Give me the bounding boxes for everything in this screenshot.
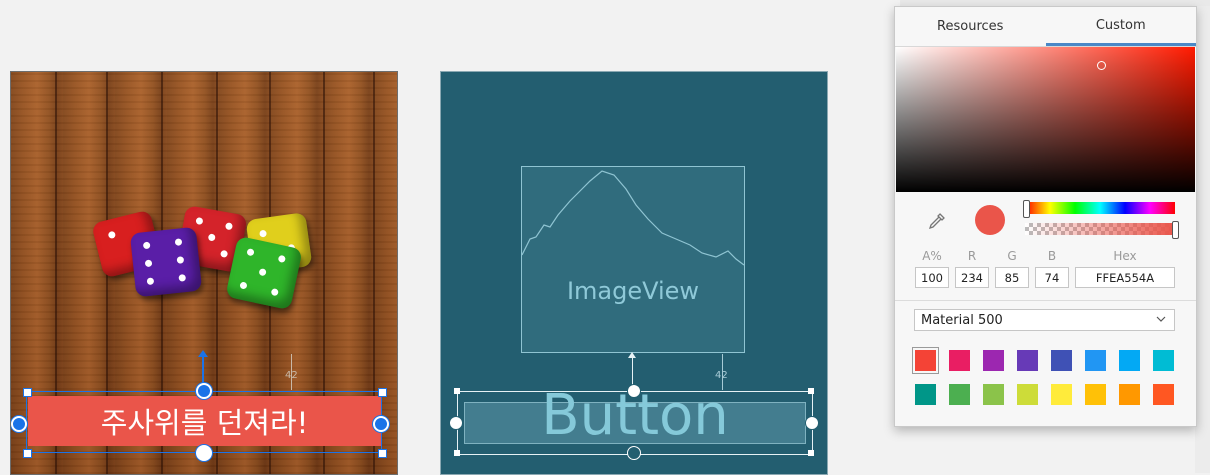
resize-handle[interactable] <box>378 388 387 397</box>
constraint-handle-right[interactable] <box>805 416 819 430</box>
imageview-placeholder[interactable]: ImageView <box>521 166 745 353</box>
color-swatch[interactable] <box>915 384 936 405</box>
tab-custom[interactable]: Custom <box>1045 7 1196 46</box>
blueprint-preview[interactable]: ImageView 42 Button <box>440 71 828 475</box>
resize-handle[interactable] <box>808 388 814 394</box>
color-cursor[interactable] <box>1097 61 1106 70</box>
constraint-handle-left[interactable] <box>449 416 463 430</box>
color-swatch[interactable] <box>1153 384 1174 405</box>
margin-label: 42 <box>285 370 298 381</box>
color-swatch[interactable] <box>1017 350 1038 371</box>
color-swatch[interactable] <box>949 384 970 405</box>
picker-tabs: Resources Custom <box>895 7 1196 47</box>
blue-label: B <box>1047 249 1057 263</box>
alpha-label: A% <box>922 249 942 263</box>
section-divider <box>895 300 1196 301</box>
resize-handle[interactable] <box>23 388 32 397</box>
color-swatch[interactable] <box>1051 384 1072 405</box>
hue-slider-knob[interactable] <box>1023 200 1030 218</box>
constraint-arrow-icon <box>628 352 636 358</box>
alpha-slider-knob[interactable] <box>1172 221 1179 239</box>
saturation-brightness-area[interactable] <box>896 47 1195 192</box>
imageview-label: ImageView <box>566 277 700 305</box>
constraint-handle-bottom[interactable] <box>627 446 641 460</box>
color-swatch[interactable] <box>1051 350 1072 371</box>
constraint-handle-top[interactable] <box>627 384 641 398</box>
chevron-down-icon <box>1156 316 1166 322</box>
current-color-swatch <box>975 205 1005 235</box>
alpha-field[interactable] <box>915 267 949 288</box>
color-picker-popup: Resources Custom A% R G B Hex Material 5… <box>894 6 1197 427</box>
resize-handle[interactable] <box>378 449 387 458</box>
eyedropper-icon[interactable] <box>927 211 947 231</box>
color-swatch[interactable] <box>983 350 1004 371</box>
design-preview[interactable]: 42 주사위를 던져라! <box>10 71 398 475</box>
green-field[interactable] <box>995 267 1029 288</box>
green-label: G <box>1007 249 1017 263</box>
alpha-slider[interactable] <box>1025 223 1175 235</box>
color-swatch[interactable] <box>912 347 939 374</box>
color-swatch[interactable] <box>1085 350 1106 371</box>
red-label: R <box>967 249 977 263</box>
color-swatch[interactable] <box>1119 350 1140 371</box>
resize-handle[interactable] <box>23 449 32 458</box>
color-swatch[interactable] <box>1119 384 1140 405</box>
hue-slider[interactable] <box>1025 202 1175 214</box>
hex-label: Hex <box>1113 249 1137 263</box>
color-swatch[interactable] <box>1085 384 1106 405</box>
constraint-handle-top[interactable] <box>196 383 212 399</box>
inspector-panel-edge <box>1195 6 1210 473</box>
blue-field[interactable] <box>1035 267 1069 288</box>
dice-image <box>91 202 331 312</box>
hex-field[interactable] <box>1075 267 1175 288</box>
palette-dropdown-value: Material 500 <box>921 312 1003 328</box>
constraint-handle-left[interactable] <box>11 416 27 432</box>
red-field[interactable] <box>955 267 989 288</box>
palette-dropdown[interactable]: Material 500 <box>914 309 1175 331</box>
color-swatch[interactable] <box>983 384 1004 405</box>
mountain-icon <box>522 170 744 266</box>
tab-resources[interactable]: Resources <box>895 7 1046 46</box>
constraint-handle-bottom[interactable] <box>196 445 212 461</box>
constraint-line <box>202 356 204 386</box>
constraint-arrow-icon <box>198 350 208 357</box>
color-swatch[interactable] <box>1017 384 1038 405</box>
resize-handle[interactable] <box>454 388 460 394</box>
constraint-handle-right[interactable] <box>373 416 389 432</box>
resize-handle[interactable] <box>454 450 460 456</box>
resize-handle[interactable] <box>808 450 814 456</box>
color-swatch[interactable] <box>1153 350 1174 371</box>
roll-dice-button[interactable]: 주사위를 던져라! <box>28 396 381 446</box>
color-swatch[interactable] <box>949 350 970 371</box>
